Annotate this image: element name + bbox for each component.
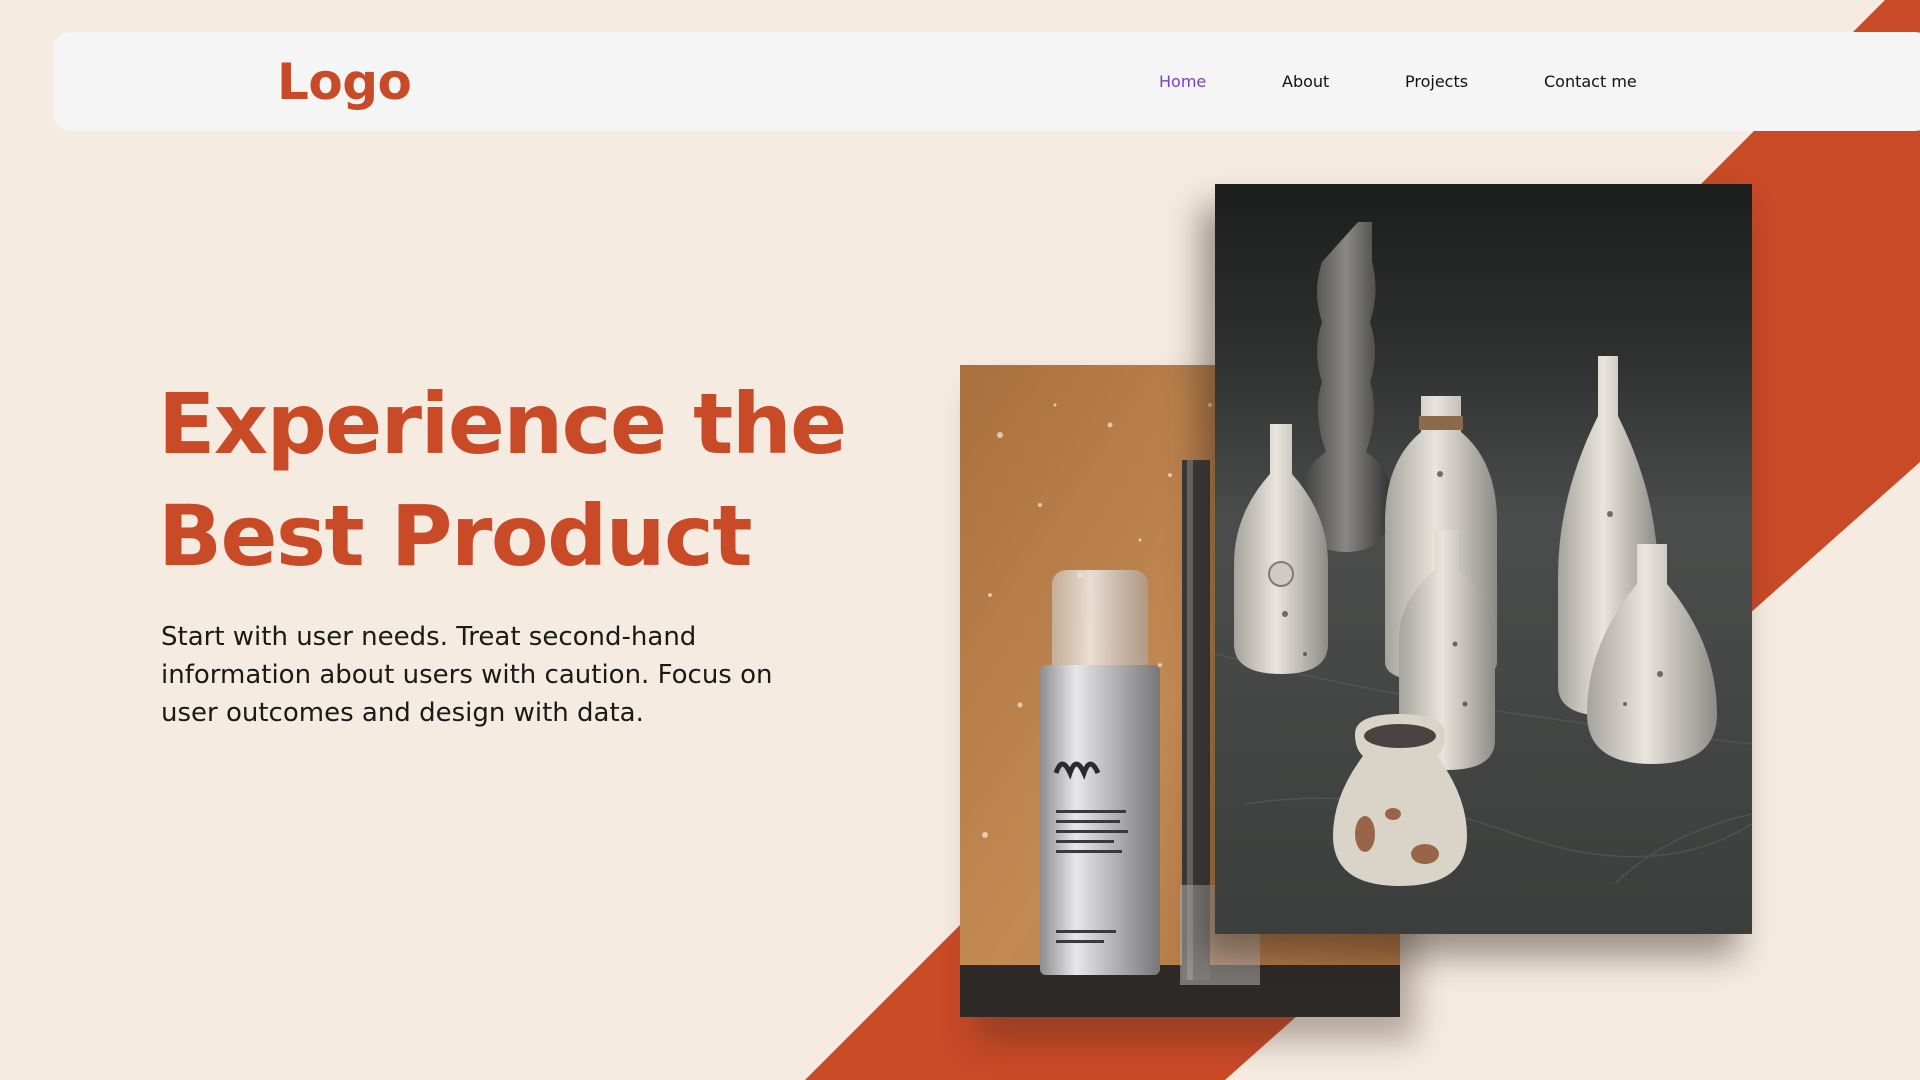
- nav-projects-link[interactable]: Projects: [1405, 70, 1468, 94]
- nav-about-link[interactable]: About: [1282, 70, 1329, 94]
- hero-title: Experience the Best Product: [158, 368, 847, 592]
- logo[interactable]: Logo: [277, 52, 412, 112]
- hero-title-line-1: Experience the: [158, 375, 847, 473]
- hero-description: Start with user needs. Treat second-hand…: [161, 622, 773, 728]
- hero-title-line-2: Best Product: [158, 487, 752, 585]
- ceramic-vases-photo: [1215, 184, 1752, 934]
- nav-contact-link[interactable]: Contact me: [1544, 70, 1637, 94]
- nav-home-link[interactable]: Home: [1159, 70, 1206, 94]
